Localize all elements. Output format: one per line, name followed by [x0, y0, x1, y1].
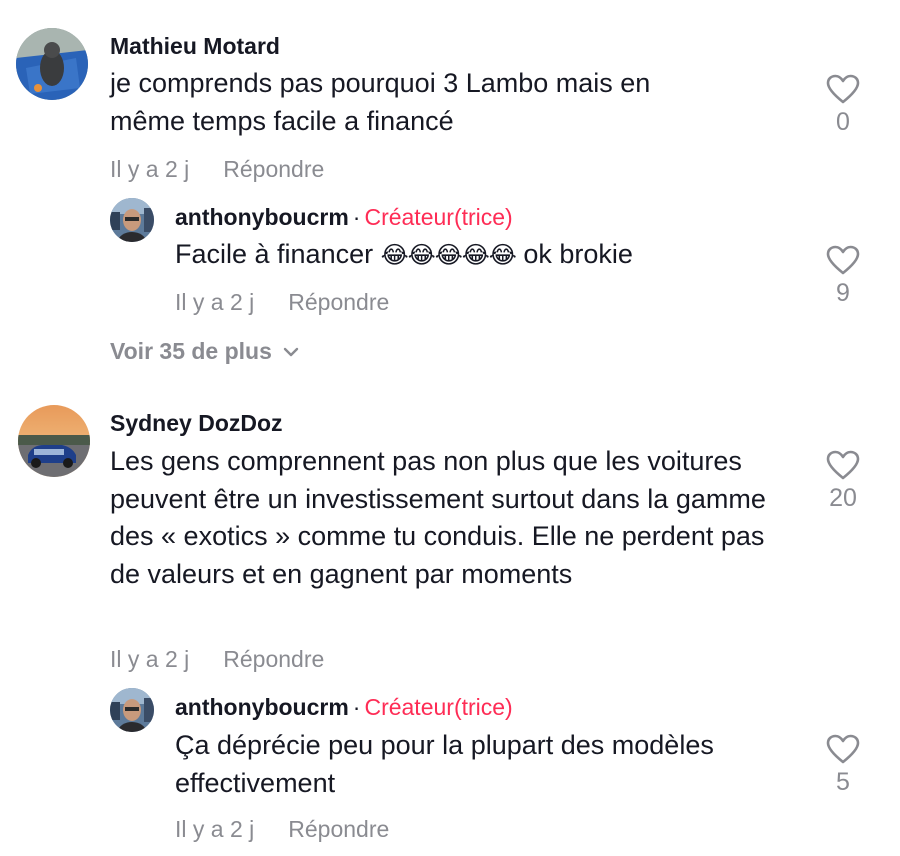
- reply-button[interactable]: Répondre: [288, 289, 389, 315]
- like-button[interactable]: 20: [813, 450, 873, 513]
- like-button[interactable]: 0: [813, 74, 873, 137]
- reply-username-line: anthonyboucrm · Créateur(trice): [175, 204, 513, 231]
- like-count: 5: [836, 768, 850, 796]
- heart-outline-icon: [826, 74, 860, 104]
- heart-outline-icon: [826, 734, 860, 764]
- comment-meta: Il y a 2 j Répondre: [110, 646, 324, 673]
- view-more-replies-button[interactable]: Voir 35 de plus: [110, 338, 300, 365]
- comment-username[interactable]: anthonyboucrm: [175, 204, 349, 230]
- like-button[interactable]: 5: [813, 734, 873, 797]
- heart-outline-icon: [826, 450, 860, 480]
- like-button[interactable]: 9: [813, 245, 873, 308]
- laughing-emoji-icon: 😂😂😂😂😂: [380, 241, 517, 269]
- comment-text: je comprends pas pourquoi 3 Lambo mais e…: [110, 68, 651, 136]
- avatar[interactable]: [110, 688, 154, 732]
- like-count: 0: [836, 108, 850, 136]
- like-count: 9: [836, 279, 850, 307]
- separator-dot: ·: [352, 204, 361, 230]
- comment-username[interactable]: Mathieu Motard: [110, 33, 280, 60]
- comment-timestamp: Il y a 2 j: [110, 156, 190, 182]
- comment-text: Facile à financer 😂😂😂😂😂 ok brokie: [175, 236, 735, 275]
- comment-text: Les gens comprennent pas non plus que le…: [110, 446, 766, 589]
- like-count: 20: [829, 484, 857, 512]
- avatar[interactable]: [110, 198, 154, 242]
- creator-badge: Créateur(trice): [364, 204, 513, 230]
- separator-dot: ·: [352, 694, 361, 720]
- comment-meta: Il y a 2 j Répondre: [175, 289, 389, 316]
- comment-username[interactable]: anthonyboucrm: [175, 694, 349, 720]
- view-more-label: Voir 35 de plus: [110, 338, 272, 364]
- comment-text-part: ok brokie: [523, 239, 633, 269]
- reply-button[interactable]: Répondre: [288, 816, 389, 842]
- comment-timestamp: Il y a 2 j: [175, 289, 255, 315]
- avatar[interactable]: [18, 405, 90, 477]
- avatar[interactable]: [16, 28, 88, 100]
- creator-badge: Créateur(trice): [364, 694, 513, 720]
- comment-timestamp: Il y a 2 j: [175, 816, 255, 842]
- comment-username[interactable]: Sydney DozDoz: [110, 410, 283, 437]
- heart-outline-icon: [826, 245, 860, 275]
- comment-text: Ça déprécie peu pour la plupart des modè…: [175, 730, 714, 798]
- comment-timestamp: Il y a 2 j: [110, 646, 190, 672]
- reply-button[interactable]: Répondre: [223, 646, 324, 672]
- reply-username-line: anthonyboucrm · Créateur(trice): [175, 694, 513, 721]
- reply-button[interactable]: Répondre: [223, 156, 324, 182]
- chevron-down-icon: [283, 347, 299, 356]
- comment-text-part: Facile à financer: [175, 239, 374, 269]
- comment-meta: Il y a 2 j Répondre: [175, 816, 389, 843]
- comment-meta: Il y a 2 j Répondre: [110, 156, 324, 183]
